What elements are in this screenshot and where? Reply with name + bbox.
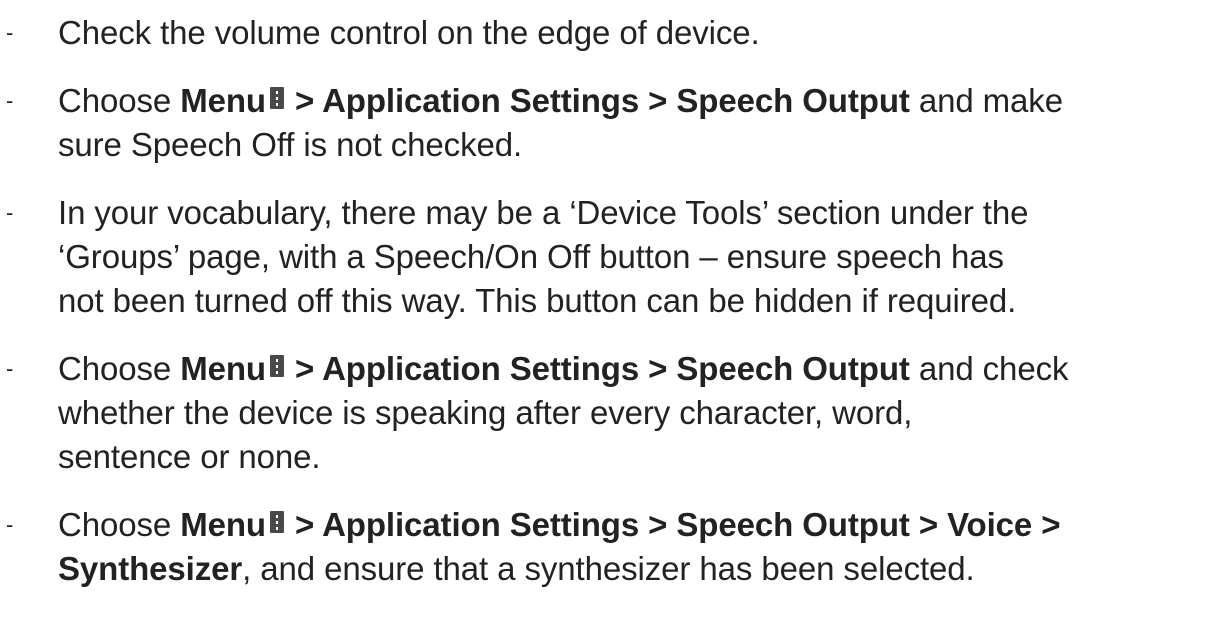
- text-run: Choose: [58, 506, 181, 543]
- vertical-ellipsis-menu-icon: [269, 355, 284, 377]
- text-run: and make: [909, 82, 1063, 119]
- menu-term: Menu: [180, 82, 266, 119]
- text-line: Choose Menu > Application Settings > Spe…: [58, 79, 1224, 123]
- vertical-ellipsis-menu-icon: [269, 87, 284, 109]
- text-run: and check: [909, 350, 1069, 387]
- text-line: ‘Groups’ page, with a Speech/On Off butt…: [58, 238, 1004, 275]
- step-text: Choose Menu > Application Settings > Spe…: [58, 503, 1224, 591]
- text-line: whether the device is speaking after eve…: [58, 394, 913, 431]
- step-text: Choose Menu > Application Settings > Spe…: [58, 79, 1224, 167]
- text-line: sentence or none.: [58, 438, 321, 475]
- text-line: Choose Menu > Application Settings > Spe…: [58, 347, 1224, 391]
- step-text: In your vocabulary, there may be a ‘Devi…: [58, 191, 1224, 323]
- bullet-dash: -: [6, 20, 14, 45]
- settings-path: > Application Settings > Speech Output >…: [285, 506, 1061, 543]
- text-line: Choose Menu > Application Settings > Spe…: [58, 503, 1224, 547]
- bullet-dash: -: [6, 200, 14, 225]
- step-text: Choose Menu > Application Settings > Spe…: [58, 347, 1224, 479]
- text-run: Choose: [58, 82, 181, 119]
- text-line: In your vocabulary, there may be a ‘Devi…: [58, 194, 1029, 231]
- synthesizer-term: Synthesizer: [58, 550, 243, 587]
- settings-path: > Application Settings > Speech Output: [285, 82, 910, 119]
- text-run: Choose: [58, 350, 181, 387]
- bullet-dash: -: [6, 512, 14, 537]
- troubleshooting-document: - Check the volume control on the edge o…: [0, 0, 1226, 631]
- text-run: , and ensure that a synthesizer has been…: [242, 550, 975, 587]
- bullet-dash: -: [6, 356, 14, 381]
- text-line: Check the volume control on the edge of …: [58, 14, 760, 51]
- bullet-dash: -: [6, 88, 14, 113]
- step-text: Check the volume control on the edge of …: [58, 11, 1224, 55]
- menu-term: Menu: [180, 506, 266, 543]
- text-line: not been turned off this way. This butto…: [58, 282, 1017, 319]
- menu-term: Menu: [180, 350, 266, 387]
- text-line: Synthesizer, and ensure that a synthesiz…: [58, 547, 1224, 591]
- vertical-ellipsis-menu-icon: [269, 511, 284, 533]
- text-line: sure Speech Off is not checked.: [58, 126, 523, 163]
- settings-path: > Application Settings > Speech Output: [285, 350, 910, 387]
